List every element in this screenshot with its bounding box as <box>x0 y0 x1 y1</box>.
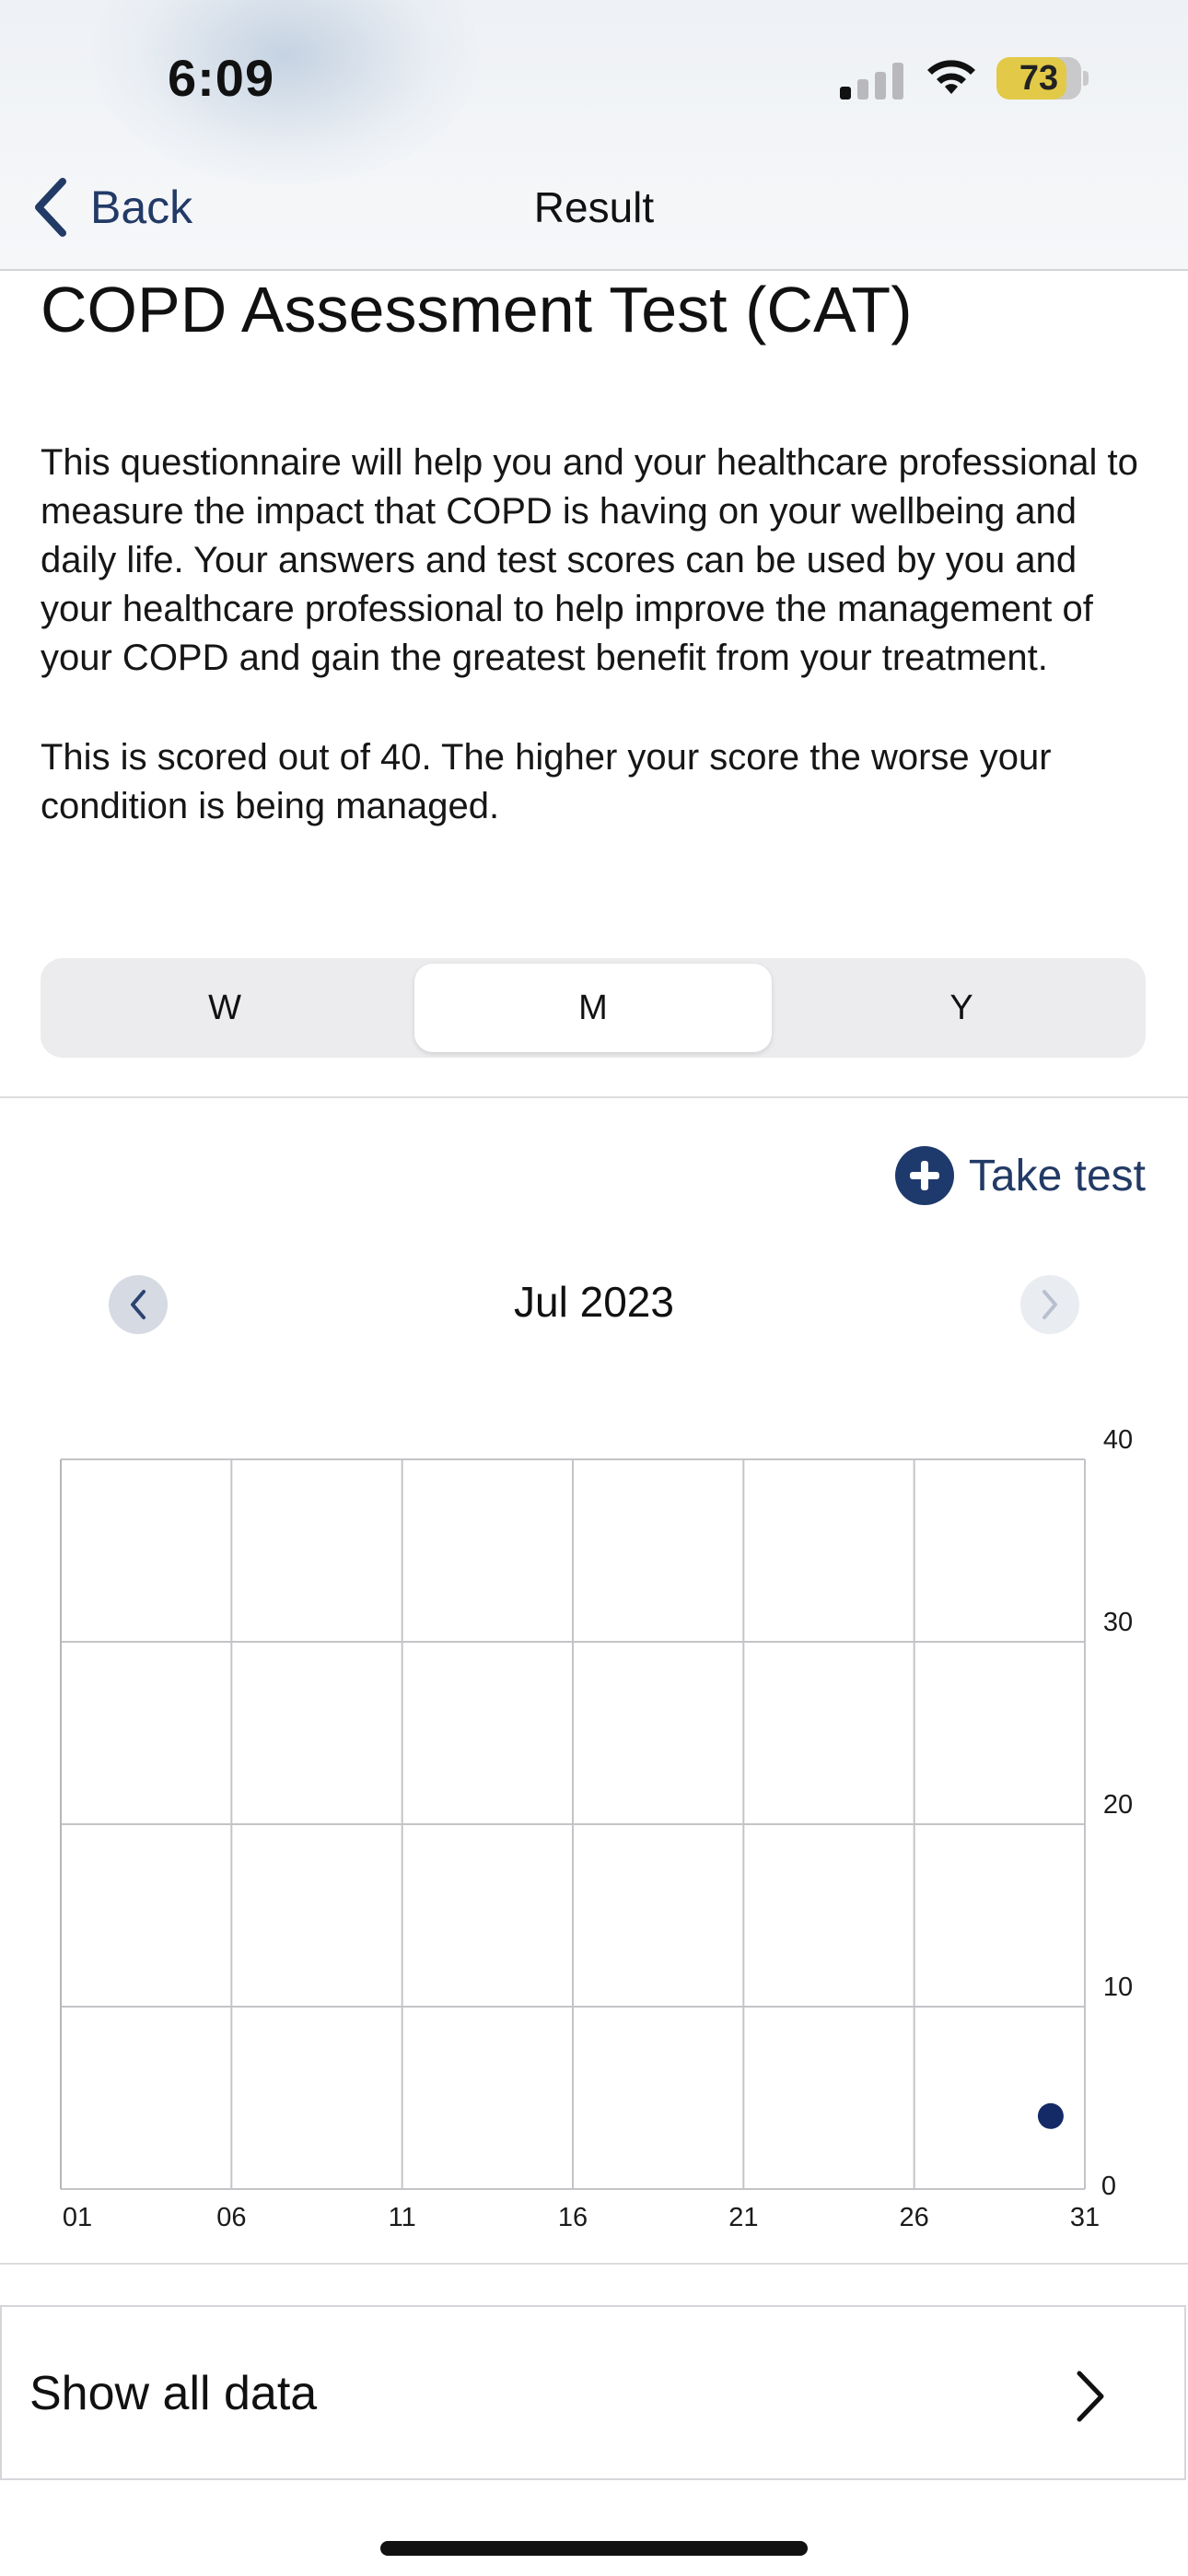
section-divider <box>0 2263 1188 2265</box>
plus-circle-icon <box>894 1146 954 1205</box>
chevron-right-icon <box>1077 2371 1104 2422</box>
x-tick-label: 11 <box>389 2203 416 2232</box>
nav-title: Result <box>533 183 655 231</box>
top-bar: 6:09 73 Back Result <box>0 0 1188 271</box>
battery-level: 73 <box>1019 58 1059 98</box>
home-indicator <box>380 2541 808 2556</box>
header-background-blur <box>92 0 479 184</box>
battery-icon: 73 <box>996 57 1081 100</box>
range-option-month[interactable]: M <box>414 964 772 1052</box>
x-tick-label: 01 <box>63 2203 92 2232</box>
wifi-icon <box>927 60 975 94</box>
x-tick-label: 31 <box>1070 2203 1100 2232</box>
y-tick-label: 0 <box>1101 2172 1116 2201</box>
battery-cap <box>1083 71 1089 86</box>
next-month-button[interactable] <box>1020 1275 1079 1334</box>
cellular-signal-icon <box>840 61 904 100</box>
range-selector: W M Y <box>41 958 1146 1058</box>
data-point <box>1037 2102 1064 2129</box>
screen: 6:09 73 Back Result COPD Assessment Test… <box>0 0 1188 2576</box>
page-title: COPD Assessment Test (CAT) <box>41 274 913 345</box>
x-tick-label: 16 <box>558 2203 588 2232</box>
section-divider <box>0 1096 1188 1098</box>
y-tick-label: 30 <box>1103 1608 1133 1637</box>
x-tick-label: 26 <box>900 2203 929 2232</box>
range-option-year[interactable]: Y <box>783 964 1140 1052</box>
range-option-week[interactable]: W <box>46 964 403 1052</box>
take-test-button[interactable]: Take test <box>894 1144 1146 1207</box>
show-all-data-row[interactable]: Show all data <box>0 2305 1186 2480</box>
show-all-data-label: Show all data <box>29 2367 318 2420</box>
scoring-text: This is scored out of 40. The higher you… <box>41 737 1052 826</box>
x-tick-label: 21 <box>728 2203 758 2232</box>
cat-score-chart: 01 06 11 16 21 26 310 10 20 30 40 <box>60 1425 1133 2232</box>
y-tick-label: 20 <box>1103 1790 1133 1820</box>
y-tick-label: 40 <box>1103 1425 1133 1455</box>
y-tick-label: 10 <box>1103 1973 1133 2002</box>
status-time: 6:09 <box>168 49 275 107</box>
intro-text: This questionnaire will help you and you… <box>41 442 1138 678</box>
chevron-right-icon <box>1042 1290 1057 1319</box>
take-test-label: Take test <box>968 1151 1146 1200</box>
month-label: Jul 2023 <box>514 1278 674 1326</box>
x-tick-label: 06 <box>216 2203 246 2232</box>
